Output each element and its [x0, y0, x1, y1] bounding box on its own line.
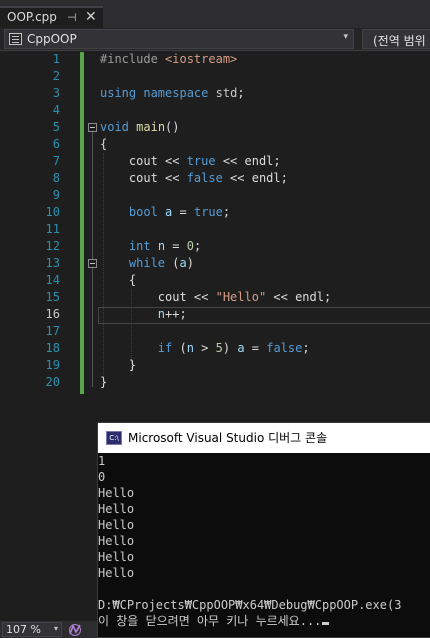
code-line-16: n++; [157, 307, 187, 321]
zoom-dropdown[interactable]: 107 % ▾ [2, 622, 62, 637]
code-line-20: } [100, 375, 108, 389]
line-number: 18 [45, 341, 60, 355]
console-prompt-line: 이 창을 닫으려면 아무 키나 누르세요... [98, 613, 430, 629]
line-number: 9 [52, 188, 60, 202]
code-line-14: { [100, 273, 137, 287]
chevron-down-icon: ▾ [343, 32, 348, 42]
line-number: 6 [52, 137, 60, 151]
chevron-down-icon: ▾ [53, 624, 58, 633]
tab-oop-cpp[interactable]: OOP.cpp ⊣ ✕ [0, 6, 103, 28]
code-line-3: using namespace std; [100, 86, 245, 100]
code-line-8: cout << false << endl; [100, 171, 288, 185]
console-line: 1 [98, 454, 106, 468]
line-number: 5 [52, 120, 60, 134]
line-number: 4 [52, 103, 60, 117]
line-number: 15 [45, 290, 60, 304]
console-line: Hello [98, 502, 135, 516]
editor-status-bar: 107 % ▾ [0, 621, 97, 638]
code-line-18: if (n > 5) a = false; [157, 341, 310, 355]
code-line-19: } [100, 358, 137, 372]
project-label: CppOOP [27, 32, 77, 46]
console-app-icon: C:\ [106, 431, 122, 445]
project-dropdown[interactable]: CppOOP ▾ [4, 29, 354, 49]
collapse-toggle-icon[interactable] [88, 259, 97, 268]
health-icon[interactable] [68, 623, 82, 636]
navigation-bar: CppOOP ▾ (전역 범위 [0, 28, 430, 51]
console-line: Hello [98, 566, 135, 580]
zoom-level: 107 % [6, 623, 41, 636]
project-icon [9, 33, 22, 45]
console-title-bar[interactable]: C:\ Microsoft Visual Studio 디버그 콘솔 [98, 423, 430, 453]
console-prompt: 이 창을 닫으려면 아무 키나 누르세요... [98, 614, 322, 628]
console-line: Hello [98, 486, 135, 500]
debug-console-window[interactable]: C:\ Microsoft Visual Studio 디버그 콘솔 1 0 H… [97, 422, 430, 638]
close-icon[interactable]: ✕ [85, 9, 97, 25]
line-number: 20 [45, 375, 60, 389]
code-line-5: void main() [100, 120, 180, 134]
line-number: 17 [45, 324, 60, 338]
console-line: 0 [98, 470, 106, 484]
line-number: 2 [52, 69, 60, 83]
change-tracking-bar [80, 52, 84, 394]
line-number: 12 [45, 239, 60, 253]
code-line-6: { [100, 137, 108, 151]
console-output: 1 0 Hello Hello Hello Hello Hello Hello … [98, 453, 430, 629]
console-line: Hello [98, 518, 135, 532]
pin-icon[interactable]: ⊣ [67, 11, 77, 24]
line-number: 1 [52, 52, 60, 66]
code-line-15: cout << "Hello" << endl; [100, 290, 332, 304]
code-line-1: #include <iostream> [100, 52, 238, 66]
code-line-10: bool a = true; [128, 205, 231, 219]
line-number-current: 16 [45, 307, 60, 321]
console-line: D:₩CProjects₩CppOOP₩x64₩Debug₩CppOOP.exe… [98, 598, 402, 612]
line-number: 8 [52, 171, 60, 185]
document-tab-strip: OOP.cpp ⊣ ✕ [0, 0, 430, 28]
console-line: Hello [98, 550, 135, 564]
tab-label: OOP.cpp [7, 10, 57, 24]
scope-dropdown[interactable]: (전역 범위 [362, 29, 430, 49]
line-number-gutter: 1 2 3 4 5 6 7 8 9 10 11 12 13 14 15 16 1… [0, 51, 80, 621]
code-line-12: int n = 0; [128, 239, 202, 253]
console-title: Microsoft Visual Studio 디버그 콘솔 [128, 431, 328, 445]
line-number: 19 [45, 358, 60, 372]
code-line-7: cout << true << endl; [100, 154, 281, 168]
console-line: Hello [98, 534, 135, 548]
line-number: 3 [52, 86, 60, 100]
line-number: 10 [45, 205, 60, 219]
line-number: 13 [45, 256, 60, 270]
outline-region-line [92, 127, 93, 387]
collapse-toggle-icon[interactable] [88, 123, 97, 132]
code-line-13: while (a) [128, 256, 194, 270]
line-number: 7 [52, 154, 60, 168]
line-number: 11 [45, 222, 60, 236]
scope-label: (전역 범위 [373, 34, 426, 48]
text-cursor [322, 622, 330, 625]
line-number: 14 [45, 273, 60, 287]
